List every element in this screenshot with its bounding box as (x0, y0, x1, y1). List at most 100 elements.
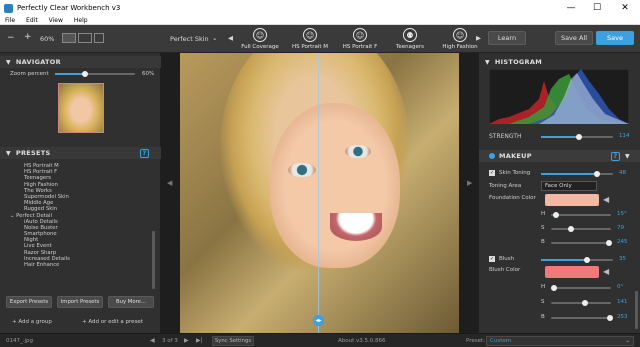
photo: ◂▸ (180, 53, 459, 333)
about-link[interactable]: About v3.5.0.866 (338, 338, 386, 344)
strength-label: STRENGTH (489, 133, 522, 140)
menu-file[interactable]: File (5, 17, 15, 24)
chevron-down-icon: ⌄ (625, 338, 630, 344)
help-icon[interactable]: ? (140, 148, 149, 158)
histogram (489, 69, 629, 124)
zoom-value: 60% (40, 35, 55, 43)
foundation-saturation-slider[interactable] (551, 225, 611, 232)
smile (330, 213, 382, 241)
page-indicator: 3 of 3 (162, 338, 178, 344)
zoom-out-icon[interactable]: − (7, 33, 15, 43)
hue-label: H (541, 284, 546, 290)
scroll-left-icon[interactable]: ◀ (228, 34, 233, 42)
presets-header[interactable]: ▼ PRESETS ? (0, 147, 161, 159)
right-eye (345, 145, 371, 158)
save-button[interactable]: Save (596, 31, 634, 45)
navigator-header[interactable]: ▼ NAVIGATOR (0, 56, 161, 68)
compare-divider[interactable] (318, 53, 319, 333)
menu-help[interactable]: Help (74, 17, 88, 24)
divider-handle-icon[interactable]: ◂▸ (313, 315, 324, 326)
foundation-color-swatch[interactable] (545, 194, 599, 206)
current-preset[interactable]: Perfect Skin (170, 35, 209, 43)
right-arrow-icon[interactable]: ▶ (467, 179, 472, 187)
toning-area-select[interactable]: Face Only (541, 181, 597, 191)
foundation-brightness-value: 245 (617, 239, 628, 245)
filename: 0147_.jpg (6, 338, 34, 344)
next-image-icon[interactable]: ▶ (184, 337, 189, 344)
blush-color-swatch[interactable] (545, 266, 599, 278)
prev-image-icon[interactable]: ◀ (150, 337, 155, 344)
left-arrow-icon[interactable]: ◀ (167, 179, 172, 187)
menu-edit[interactable]: Edit (26, 17, 38, 24)
buy-more-button[interactable]: Buy More... (108, 296, 154, 308)
right-scrollbar[interactable] (635, 291, 638, 329)
blush-brightness-slider[interactable] (551, 314, 613, 321)
makeup-header[interactable]: MAKEUP ? ▼ (479, 150, 640, 162)
status-bar: 0147_.jpg ◀ 3 of 3 ▶ ▶| Sync Settings Ab… (0, 333, 640, 347)
histogram-header[interactable]: ▼ HISTOGRAM (479, 56, 640, 68)
strength-slider[interactable] (541, 133, 613, 140)
preset-teenagers[interactable]: ⚉ Teenagers (385, 25, 435, 53)
export-presets-button[interactable]: Export Presets (6, 296, 52, 308)
preset-select[interactable]: Custom ⌄ (486, 336, 634, 346)
single-view-icon[interactable] (94, 33, 104, 43)
navigator-title: NAVIGATOR (15, 58, 61, 66)
add-group-link[interactable]: + Add a group (12, 319, 52, 325)
list-item[interactable]: Hair Enhance (24, 262, 144, 268)
compare-side-icon[interactable] (78, 33, 92, 43)
zoom-slider[interactable] (55, 70, 135, 77)
foundation-hue-slider[interactable] (551, 211, 611, 218)
chevron-down-icon[interactable]: ⌄ (212, 34, 217, 42)
triangle-icon[interactable]: ◀ (603, 267, 609, 276)
collapse-icon[interactable]: ▼ (625, 153, 630, 160)
collapse-icon[interactable]: ▼ (6, 59, 11, 66)
face (270, 103, 400, 268)
preset-label: Preset: (466, 338, 486, 344)
skin-toning-value: 48 (619, 170, 626, 176)
foundation-color-label: Foundation Color (489, 195, 536, 201)
skin-toning-label: Skin Toning (499, 170, 531, 176)
help-icon[interactable]: ? (611, 151, 620, 161)
toolbar: − + 60% Perfect Skin ⌄ ◀ ☺ Full Coverage … (0, 25, 640, 53)
zoom-in-icon[interactable]: + (24, 32, 32, 42)
window-title: Perfectly Clear Workbench v3 (17, 4, 121, 12)
left-panel: ▼ NAVIGATOR Zoom percent 60% ▼ PRESETS ?… (0, 53, 161, 333)
foundation-brightness-slider[interactable] (551, 239, 612, 246)
toggle-icon[interactable] (489, 153, 495, 159)
blush-hue-slider[interactable] (551, 284, 611, 291)
import-presets-button[interactable]: Import Presets (57, 296, 103, 308)
collapse-icon[interactable]: ▼ (6, 150, 11, 157)
blush-slider[interactable] (541, 256, 613, 263)
face-icon: ☺ (353, 28, 367, 42)
blush-checkbox[interactable]: ✓ (489, 256, 495, 262)
preset-hs-portrait-m[interactable]: ☺ HS Portrait M (285, 25, 335, 53)
skin-toning-slider[interactable] (541, 170, 613, 177)
saturation-label: S (541, 225, 545, 231)
learn-button[interactable]: Learn (488, 31, 526, 45)
image-viewport[interactable]: ◀ ◂▸ ▶ (161, 53, 478, 333)
foundation-hue-value: 15° (617, 211, 627, 217)
preset-hs-portrait-f[interactable]: ☺ HS Portrait F (335, 25, 385, 53)
minimize-button[interactable]: — (558, 0, 584, 16)
skin-toning-checkbox[interactable]: ✓ (489, 170, 495, 176)
sync-settings-button[interactable]: Sync Settings (212, 336, 254, 346)
maximize-button[interactable]: ☐ (584, 0, 610, 16)
menu-view[interactable]: View (49, 17, 63, 24)
navigator-thumbnail[interactable] (58, 83, 104, 133)
preset-scrollbar[interactable] (152, 231, 155, 289)
face-icon: ☺ (453, 28, 467, 42)
close-button[interactable]: ✕ (612, 0, 638, 16)
compare-split-icon[interactable] (62, 33, 76, 43)
presets-title: PRESETS (15, 149, 51, 157)
collapse-icon[interactable]: ▼ (485, 59, 490, 66)
preset-full-coverage[interactable]: ☺ Full Coverage (235, 25, 285, 53)
blush-brightness-value: 253 (617, 314, 628, 320)
triangle-icon[interactable]: ◀ (603, 195, 609, 204)
toning-area-label: Toning Area (489, 183, 522, 189)
scroll-right-icon[interactable]: ▶ (476, 34, 481, 42)
last-image-icon[interactable]: ▶| (196, 337, 203, 344)
blush-saturation-slider[interactable] (551, 299, 611, 306)
save-all-button[interactable]: Save All (555, 31, 593, 45)
makeup-title: MAKEUP (499, 152, 532, 160)
add-preset-link[interactable]: + Add or edit a preset (82, 319, 143, 325)
